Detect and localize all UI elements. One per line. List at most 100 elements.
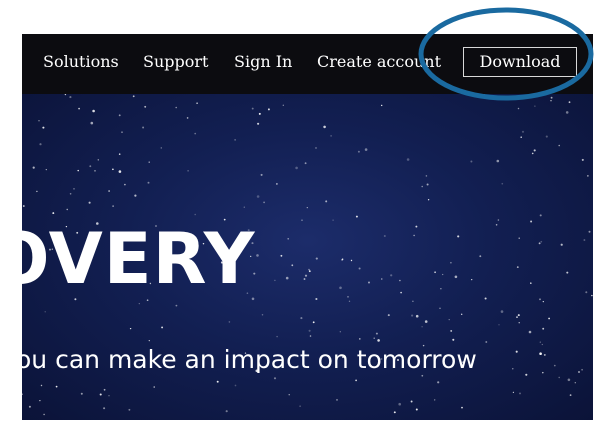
star-dot bbox=[539, 298, 541, 301]
star-dot bbox=[287, 237, 290, 240]
star-dot bbox=[515, 350, 518, 353]
star-dot bbox=[540, 240, 543, 243]
star-dot bbox=[358, 267, 361, 270]
star-dot bbox=[450, 261, 452, 264]
star-dot bbox=[142, 126, 145, 129]
star-dot bbox=[520, 136, 522, 138]
star-dot bbox=[332, 219, 334, 221]
star-dot bbox=[282, 104, 284, 106]
star-dot bbox=[118, 153, 121, 155]
star-dot bbox=[424, 320, 428, 323]
star-dot bbox=[306, 206, 308, 209]
star-dot bbox=[285, 276, 289, 280]
star-dot bbox=[587, 175, 589, 177]
star-dot bbox=[348, 300, 351, 302]
star-dot bbox=[38, 120, 40, 122]
star-dot bbox=[357, 150, 360, 153]
star-dot bbox=[484, 297, 487, 300]
star-dot bbox=[80, 392, 83, 395]
star-dot bbox=[78, 107, 80, 110]
star-dot bbox=[196, 102, 198, 105]
star-dot bbox=[186, 117, 189, 119]
star-dot bbox=[274, 279, 276, 282]
star-dot bbox=[359, 338, 361, 340]
download-highlight-circle bbox=[418, 7, 594, 101]
star-dot bbox=[280, 254, 283, 257]
star-dot bbox=[517, 107, 520, 110]
star-dot bbox=[77, 169, 79, 172]
star-dot bbox=[412, 300, 414, 303]
star-dot bbox=[479, 255, 482, 258]
star-dot bbox=[512, 391, 515, 394]
star-dot bbox=[421, 326, 423, 328]
star-dot bbox=[300, 317, 303, 320]
star-dot bbox=[148, 339, 150, 342]
star-dot bbox=[355, 379, 357, 382]
star-dot bbox=[92, 109, 95, 113]
star-dot bbox=[256, 254, 259, 257]
star-dot bbox=[121, 131, 123, 133]
star-dot bbox=[581, 158, 584, 161]
star-dot bbox=[28, 405, 31, 408]
star-dot bbox=[134, 194, 137, 197]
star-dot bbox=[304, 162, 307, 165]
star-dot bbox=[534, 105, 536, 107]
star-dot bbox=[128, 408, 131, 411]
star-dot bbox=[387, 314, 390, 317]
star-dot bbox=[308, 268, 310, 271]
star-dot bbox=[291, 264, 294, 267]
star-dot bbox=[516, 316, 518, 319]
star-dot bbox=[525, 373, 528, 376]
star-dot bbox=[530, 282, 532, 284]
star-dot bbox=[89, 165, 92, 168]
star-dot bbox=[304, 274, 308, 277]
star-dot bbox=[42, 126, 45, 129]
star-dot bbox=[516, 266, 519, 268]
star-dot bbox=[558, 144, 560, 147]
star-dot bbox=[39, 143, 42, 146]
star-dot bbox=[512, 368, 514, 370]
star-dot bbox=[542, 371, 544, 374]
star-dot bbox=[315, 147, 317, 149]
nav-link-sign-in[interactable]: Sign In bbox=[234, 51, 292, 73]
star-dot bbox=[501, 182, 504, 185]
star-dot bbox=[315, 257, 318, 260]
star-dot bbox=[36, 190, 38, 193]
star-dot bbox=[411, 314, 414, 317]
star-dot bbox=[450, 329, 453, 332]
star-dot bbox=[497, 219, 500, 221]
star-dot bbox=[560, 243, 563, 246]
star-dot bbox=[44, 311, 46, 313]
star-dot bbox=[393, 411, 396, 414]
nav-link-support[interactable]: Support bbox=[143, 51, 208, 73]
star-dot bbox=[364, 148, 368, 151]
star-dot bbox=[569, 394, 572, 396]
star-dot bbox=[383, 234, 386, 238]
star-dot bbox=[22, 393, 23, 395]
star-dot bbox=[390, 274, 393, 277]
star-dot bbox=[90, 121, 94, 125]
star-dot bbox=[427, 199, 430, 201]
nav-link-solutions[interactable]: Solutions bbox=[43, 51, 119, 73]
star-dot bbox=[461, 406, 463, 409]
star-dot bbox=[66, 208, 68, 211]
star-dot bbox=[421, 185, 423, 188]
star-dot bbox=[406, 158, 410, 161]
star-dot bbox=[99, 393, 102, 396]
star-dot bbox=[336, 399, 338, 401]
star-dot bbox=[175, 304, 178, 307]
star-dot bbox=[398, 402, 402, 406]
star-dot bbox=[175, 106, 178, 109]
star-dot bbox=[518, 322, 520, 324]
star-dot bbox=[276, 183, 278, 185]
star-dot bbox=[22, 205, 25, 207]
star-dot bbox=[452, 338, 455, 341]
star-dot bbox=[553, 364, 556, 367]
hero-subtitle: ou can make an impact on tomorrow bbox=[22, 345, 477, 374]
star-dot bbox=[591, 294, 593, 297]
star-dot bbox=[315, 297, 318, 301]
star-dot bbox=[148, 161, 150, 163]
star-dot bbox=[194, 213, 196, 216]
star-dot bbox=[578, 371, 580, 373]
star-dot bbox=[160, 147, 163, 149]
